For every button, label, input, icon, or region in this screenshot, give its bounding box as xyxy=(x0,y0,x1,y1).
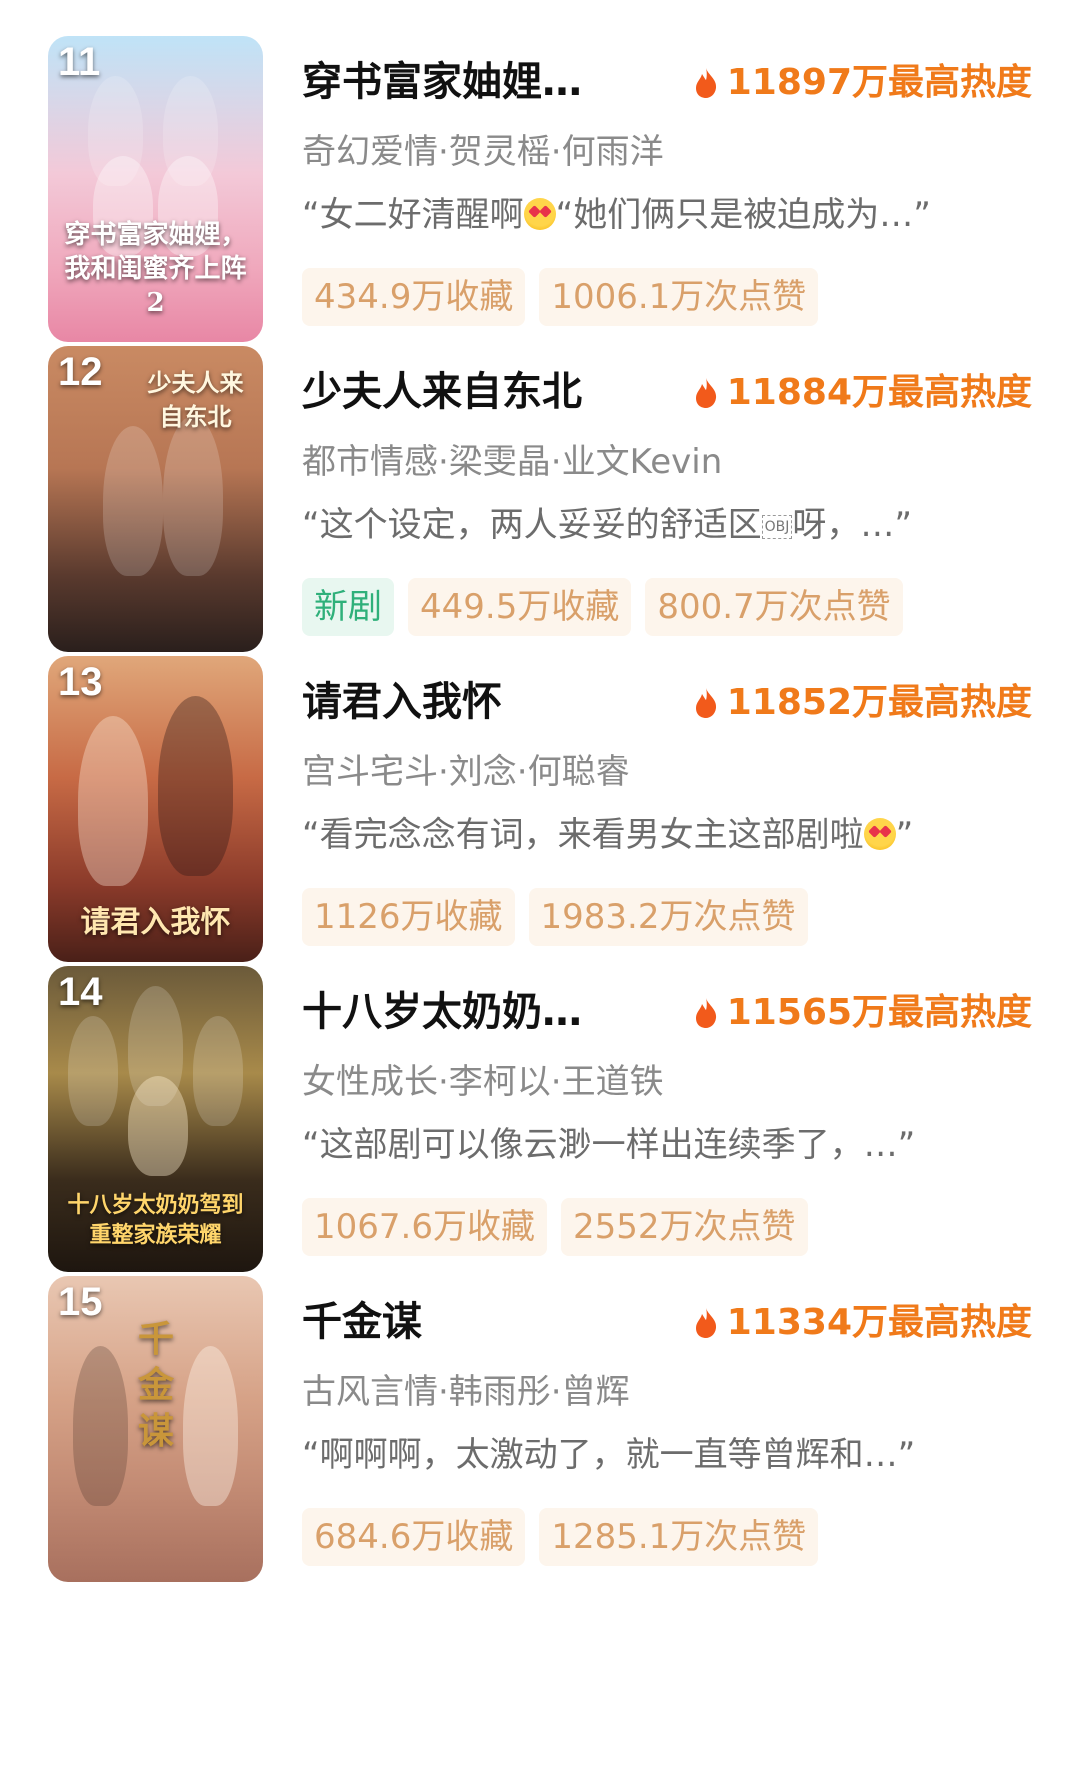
rank-number: 12 xyxy=(58,350,103,394)
poster-image[interactable]: 13 请君入我怀 xyxy=(48,656,263,962)
list-item[interactable]: 14 十八岁太奶奶驾到 重整家族荣耀 十八岁太奶奶… 11565万最高热度 女性… xyxy=(0,966,1080,1276)
list-item[interactable]: 15 千金谋 千金谋 11334万最高热度 古风言情·韩雨彤·曾辉 “啊啊啊，太… xyxy=(0,1276,1080,1586)
genre-cast: 都市情感·梁雯晶·业文Kevin xyxy=(302,442,723,482)
flame-icon xyxy=(695,378,716,408)
flame-icon xyxy=(695,688,716,718)
poster-figure xyxy=(78,716,148,886)
favorites-tag: 434.9万收藏 xyxy=(302,268,526,326)
poster-title: 十八岁太奶奶驾到 重整家族荣耀 xyxy=(67,1192,244,1248)
heat-badge: 11884万最高热度 xyxy=(693,371,1032,415)
stats-tags: 1126万收藏 1983.2万次点赞 xyxy=(302,888,808,946)
poster-image[interactable]: 12 少夫人来自东北 xyxy=(48,346,263,652)
rank-number: 14 xyxy=(58,970,103,1014)
drama-title[interactable]: 十八岁太奶奶… xyxy=(302,988,632,1036)
heat-value: 11884万最高热度 xyxy=(726,372,1032,413)
poster-title: 穿书富家妯娌，我和闺蜜齐上阵2 xyxy=(64,220,247,318)
stats-tags: 新剧 449.5万收藏 800.7万次点赞 xyxy=(302,578,903,636)
poster-title: 千金谋 xyxy=(138,1318,175,1452)
list-item[interactable]: 13 请君入我怀 请君入我怀 11852万最高热度 宫斗宅斗·刘念·何聪睿 “看… xyxy=(0,656,1080,966)
favorites-tag: 1067.6万收藏 xyxy=(302,1198,547,1256)
review-quote: “女二好清醒啊 “她们俩只是被迫成为…” xyxy=(302,195,931,235)
heat-badge: 11334万最高热度 xyxy=(693,1301,1032,1345)
heat-value: 11565万最高热度 xyxy=(726,992,1032,1033)
heat-value: 11852万最高热度 xyxy=(726,682,1032,723)
list-item[interactable]: 11 穿书富家妯娌，我和闺蜜齐上阵2 穿书富家妯娌… 11897万最高热度 奇幻… xyxy=(0,36,1080,346)
poster-title: 少夫人来自东北 xyxy=(147,368,244,431)
favorites-tag: 1126万收藏 xyxy=(302,888,515,946)
genre-cast: 女性成长·李柯以·王道铁 xyxy=(302,1062,664,1102)
rank-number: 13 xyxy=(58,660,103,704)
likes-tag: 1983.2万次点赞 xyxy=(528,888,808,946)
stats-tags: 434.9万收藏 1006.1万次点赞 xyxy=(302,268,819,326)
heat-badge: 11852万最高热度 xyxy=(693,681,1032,725)
poster-image[interactable]: 14 十八岁太奶奶驾到 重整家族荣耀 xyxy=(48,966,263,1272)
drama-title[interactable]: 少夫人来自东北 xyxy=(302,368,632,416)
favorites-tag: 449.5万收藏 xyxy=(408,578,632,636)
poster-figure xyxy=(158,696,233,876)
heat-badge: 11897万最高热度 xyxy=(693,61,1032,105)
heat-value: 11897万最高热度 xyxy=(726,62,1032,103)
poster-figure xyxy=(73,1346,128,1506)
poster-figure xyxy=(68,1016,118,1126)
poster-figure xyxy=(183,1346,238,1506)
poster-figure xyxy=(103,426,163,576)
review-quote: “啊啊啊，太激动了，就一直等曾辉和…” xyxy=(302,1435,916,1475)
favorites-tag: 684.6万收藏 xyxy=(302,1508,526,1566)
heat-badge: 11565万最高热度 xyxy=(693,991,1032,1035)
poster-title: 请君入我怀 xyxy=(80,905,231,940)
heat-value: 11334万最高热度 xyxy=(726,1302,1032,1343)
new-drama-tag: 新剧 xyxy=(302,578,394,636)
list-item[interactable]: 12 少夫人来自东北 少夫人来自东北 11884万最高热度 都市情感·梁雯晶·业… xyxy=(0,346,1080,656)
object-placeholder-icon: OBJ xyxy=(761,514,793,539)
drama-title[interactable]: 穿书富家妯娌… xyxy=(302,58,632,106)
flame-icon xyxy=(695,998,716,1028)
stats-tags: 684.6万收藏 1285.1万次点赞 xyxy=(302,1508,819,1566)
heart-eyes-emoji-icon xyxy=(523,198,556,230)
stats-tags: 1067.6万收藏 2552万次点赞 xyxy=(302,1198,808,1256)
heart-eyes-emoji-icon xyxy=(863,818,896,850)
poster-figure xyxy=(163,416,223,576)
poster-figure xyxy=(193,1016,243,1126)
likes-tag: 1285.1万次点赞 xyxy=(539,1508,819,1566)
likes-tag: 2552万次点赞 xyxy=(560,1198,808,1256)
genre-cast: 奇幻爱情·贺灵榣·何雨洋 xyxy=(302,132,664,172)
genre-cast: 宫斗宅斗·刘念·何聪睿 xyxy=(302,752,630,792)
review-quote: “这个设定，两人妥妥的舒适区 OBJ呀，…” xyxy=(302,505,913,545)
review-quote: “看完念念有词，来看男女主这部剧啦” xyxy=(302,815,914,855)
poster-image[interactable]: 15 千金谋 xyxy=(48,1276,263,1582)
likes-tag: 1006.1万次点赞 xyxy=(539,268,819,326)
drama-title[interactable]: 千金谋 xyxy=(302,1298,632,1346)
genre-cast: 古风言情·韩雨彤·曾辉 xyxy=(302,1372,630,1412)
poster-figure xyxy=(128,1076,188,1176)
review-quote: “这部剧可以像云渺一样出连续季了，…” xyxy=(302,1125,916,1165)
likes-tag: 800.7万次点赞 xyxy=(645,578,903,636)
flame-icon xyxy=(695,1308,716,1338)
poster-image[interactable]: 11 穿书富家妯娌，我和闺蜜齐上阵2 xyxy=(48,36,263,342)
flame-icon xyxy=(695,68,716,98)
rank-number: 15 xyxy=(58,1280,103,1324)
drama-title[interactable]: 请君入我怀 xyxy=(302,678,632,726)
rank-number: 11 xyxy=(58,40,101,84)
